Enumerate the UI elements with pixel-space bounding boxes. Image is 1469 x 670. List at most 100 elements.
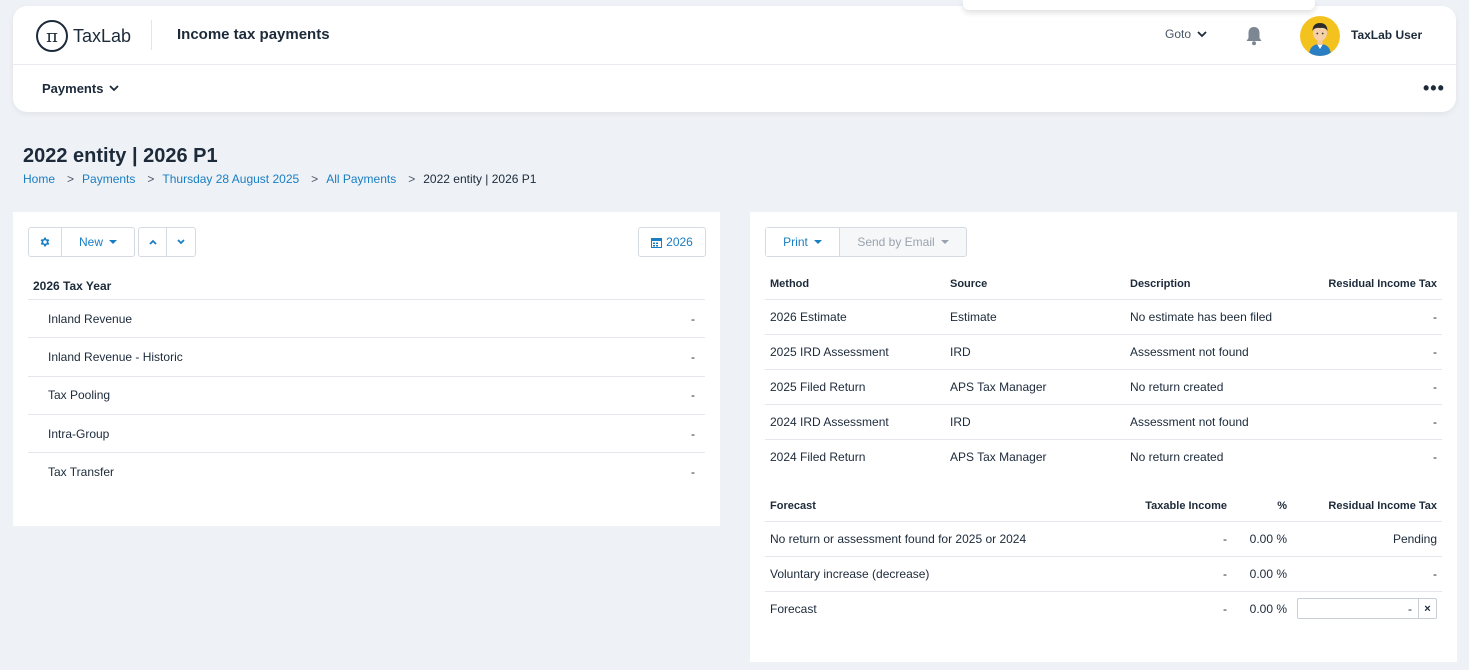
print-button[interactable]: Print [766, 228, 840, 256]
chevron-down-icon [1197, 30, 1207, 37]
settings-button[interactable] [29, 228, 62, 256]
table-row[interactable]: 2025 Filed Return APS Tax Manager No ret… [765, 369, 1442, 405]
cell: - [1305, 369, 1442, 405]
chevron-up-icon [148, 239, 157, 245]
move-up-button[interactable] [139, 228, 167, 256]
logo[interactable]: π TaxLab [36, 20, 131, 52]
row-label: Tax Pooling [48, 388, 111, 403]
methods-table: Method Source Description Residual Incom… [765, 270, 1442, 474]
breadcrumb-current: 2022 entity | 2026 P1 [423, 172, 537, 186]
breadcrumb-date[interactable]: Thursday 28 August 2025 [162, 172, 299, 186]
send-by-email-label: Send by Email [857, 235, 935, 249]
cell: No return created [1125, 369, 1305, 405]
list-item[interactable]: Intra-Group - [28, 415, 705, 454]
tax-year-heading: 2026 Tax Year [28, 274, 705, 300]
breadcrumb-separator: > [408, 172, 416, 186]
avatar[interactable] [1300, 16, 1340, 56]
column-header: Taxable Income [1112, 492, 1232, 522]
right-toolbar-group: Print Send by Email [765, 227, 967, 257]
payments-menu-label: Payments [42, 81, 104, 96]
cell: - [1223, 601, 1227, 616]
more-options-icon[interactable]: ••• [1423, 78, 1445, 99]
table-row[interactable]: 2025 IRD Assessment IRD Assessment not f… [765, 334, 1442, 370]
table-row[interactable]: No return or assessment found for 2025 o… [765, 521, 1442, 557]
breadcrumb-payments[interactable]: Payments [82, 172, 135, 186]
list-item[interactable]: Inland Revenue - Historic - [28, 338, 705, 377]
year-group: 2026 [638, 227, 706, 257]
goto-menu[interactable]: Goto [1165, 27, 1207, 41]
move-toolbar-group [138, 227, 196, 257]
cell: - [1305, 334, 1442, 370]
cell: - [1112, 556, 1232, 592]
list-item[interactable]: Tax Pooling - [28, 377, 705, 415]
row-value: - [691, 349, 695, 364]
cell: Assessment not found [1125, 404, 1305, 440]
column-header: Source [945, 270, 1125, 300]
cell: 2024 IRD Assessment [765, 404, 945, 440]
cell: Forecast [770, 601, 817, 616]
page-title: 2022 entity | 2026 P1 [23, 145, 218, 167]
year-button[interactable]: 2026 [639, 228, 705, 256]
forecast-table: Forecast Taxable Income % Residual Incom… [765, 492, 1442, 626]
row-label: Tax Transfer [48, 465, 115, 480]
cell: IRD [945, 334, 1125, 370]
cell: 2025 IRD Assessment [765, 334, 945, 370]
cell: APS Tax Manager [950, 449, 1047, 464]
table-row[interactable]: 2024 Filed Return APS Tax Manager No ret… [765, 439, 1442, 474]
close-icon[interactable]: × [1418, 599, 1436, 619]
cell: Voluntary increase (decrease) [765, 556, 1112, 592]
user-name[interactable]: TaxLab User [1351, 28, 1422, 42]
move-down-button[interactable] [167, 228, 195, 256]
header-divider [151, 20, 152, 50]
list-item[interactable]: Inland Revenue - [28, 300, 705, 339]
payments-menu[interactable]: Payments [42, 81, 120, 96]
top-header-card: π TaxLab Income tax payments Goto TaxLab… [13, 0, 1456, 112]
row-value: - [691, 426, 695, 441]
new-button-label: New [78, 235, 103, 249]
cell: 2025 Filed Return [765, 369, 945, 405]
row-value: - [691, 388, 695, 403]
cell: No estimate has been filed [1125, 299, 1305, 335]
left-toolbar-group: New [28, 227, 135, 257]
table-row[interactable]: 2024 IRD Assessment IRD Assessment not f… [765, 404, 1442, 440]
cell: - [1292, 556, 1442, 592]
column-header: Method [765, 270, 945, 300]
table-row[interactable]: Forecast - 0.00 % - × [765, 591, 1442, 626]
bell-icon[interactable] [1244, 25, 1264, 49]
print-button-label: Print [783, 235, 808, 249]
cell: No return or assessment found for 2025 o… [765, 521, 1112, 557]
table-row[interactable]: 2026 Estimate Estimate No estimate has b… [765, 299, 1442, 335]
new-button[interactable]: New [62, 228, 134, 256]
list-item[interactable]: Tax Transfer - [28, 453, 705, 491]
cell: No return created [1130, 449, 1224, 464]
app-title: Income tax payments [177, 26, 330, 43]
cell: - [1305, 299, 1442, 335]
table-row[interactable]: Voluntary increase (decrease) - 0.00 % - [765, 556, 1442, 592]
gear-icon [40, 237, 50, 247]
chevron-down-icon [109, 85, 120, 92]
cell: - [1433, 449, 1437, 464]
row-label: Inland Revenue - Historic [48, 349, 183, 364]
cell: Assessment not found [1125, 334, 1305, 370]
cell: APS Tax Manager [945, 369, 1125, 405]
logo-text: TaxLab [73, 25, 132, 46]
row-label: Intra-Group [48, 426, 110, 441]
breadcrumb-all-payments[interactable]: All Payments [326, 172, 396, 186]
breadcrumb-home[interactable]: Home [23, 172, 55, 186]
breadcrumb-separator: > [147, 172, 155, 186]
tax-year-table: 2026 Tax Year Inland Revenue - Inland Rev… [28, 274, 705, 491]
breadcrumb-separator: > [311, 172, 319, 186]
chevron-down-icon [177, 239, 185, 245]
send-by-email-button[interactable]: Send by Email [840, 228, 966, 256]
cell: - [1305, 404, 1442, 440]
cell: - [1112, 521, 1232, 557]
forecast-input[interactable]: - × [1297, 598, 1437, 620]
cell: - × [1292, 591, 1442, 626]
row-label: Inland Revenue [48, 311, 133, 326]
row-value: - [691, 465, 695, 480]
cell: 2024 Filed Return [770, 449, 866, 464]
breadcrumb: Home > Payments > Thursday 28 August 202… [23, 172, 536, 186]
row-value: - [691, 311, 695, 326]
cell: Estimate [945, 299, 1125, 335]
caret-down-icon [109, 240, 117, 244]
